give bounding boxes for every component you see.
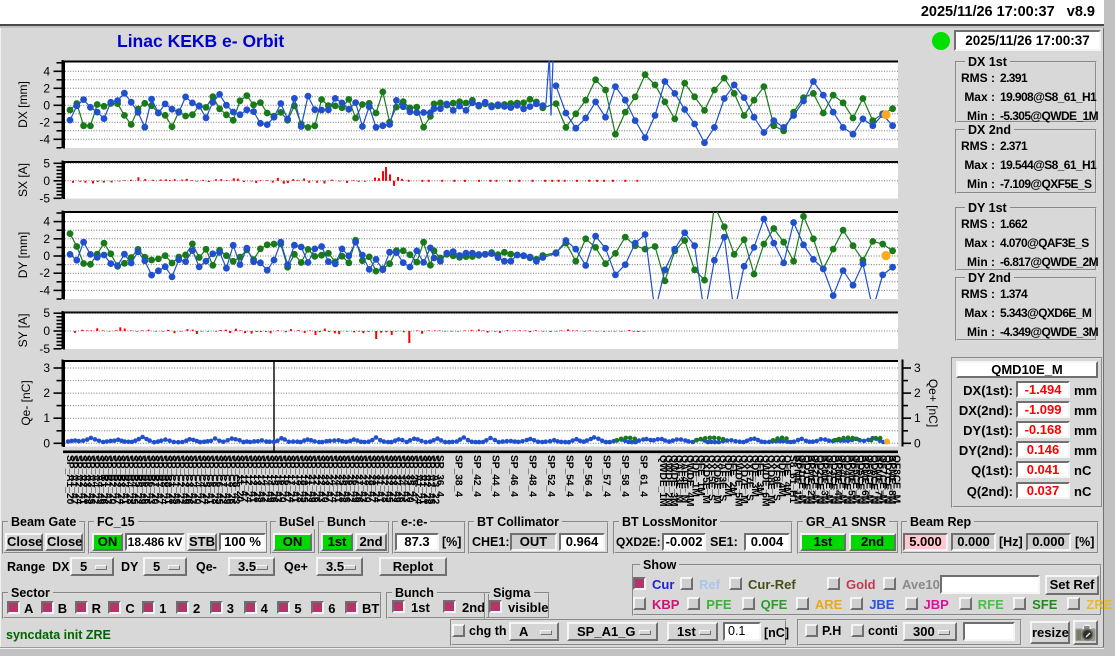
svg-text:SP_42_4: SP_42_4 <box>471 455 482 497</box>
svg-text:0: 0 <box>43 174 50 188</box>
svg-text:DX [mm]: DX [mm] <box>16 81 30 128</box>
svg-text:-5: -5 <box>39 342 50 356</box>
svg-text:SY [A]: SY [A] <box>16 314 30 348</box>
svg-text:SP_61_4: SP_61_4 <box>638 455 649 497</box>
svg-text:2: 2 <box>43 386 50 400</box>
svg-text:2: 2 <box>43 232 50 246</box>
svg-text:3: 3 <box>43 361 50 375</box>
svg-text:0: 0 <box>43 324 50 338</box>
svg-text:2: 2 <box>43 81 50 95</box>
svg-text:2: 2 <box>914 386 921 400</box>
svg-text:0: 0 <box>914 436 921 450</box>
svg-text:SX [A]: SX [A] <box>16 163 30 197</box>
svg-text:SP_52_4: SP_52_4 <box>545 455 556 497</box>
svg-text:0: 0 <box>43 249 50 263</box>
svg-text:SP_48_4: SP_48_4 <box>527 455 538 497</box>
svg-text:-4: -4 <box>39 132 50 146</box>
svg-text:5: 5 <box>43 306 50 320</box>
svg-text:1: 1 <box>914 411 921 425</box>
svg-text:1: 1 <box>43 411 50 425</box>
svg-text:3: 3 <box>914 361 921 375</box>
svg-text:-5: -5 <box>39 191 50 205</box>
svg-text:4: 4 <box>43 215 50 229</box>
svg-text:SP_38_4: SP_38_4 <box>453 455 464 497</box>
svg-text:SP_58_4: SP_58_4 <box>619 455 630 497</box>
svg-text:Qe+ [nC]: Qe+ [nC] <box>926 379 940 427</box>
svg-text:SP_54_4: SP_54_4 <box>564 455 575 497</box>
svg-text:SP_46_4: SP_46_4 <box>508 455 519 497</box>
svg-text:-2: -2 <box>39 266 50 280</box>
svg-text:QF8CE_M: QF8CE_M <box>891 455 902 503</box>
svg-text:0: 0 <box>43 98 50 112</box>
svg-text:-4: -4 <box>39 283 50 297</box>
svg-text:DY [mm]: DY [mm] <box>16 232 30 278</box>
svg-text:Qe- [nC]: Qe- [nC] <box>19 380 33 425</box>
svg-text:0: 0 <box>43 436 50 450</box>
svg-text:4: 4 <box>43 64 50 78</box>
svg-text:SP_44_4: SP_44_4 <box>490 455 501 497</box>
svg-text:5: 5 <box>43 156 50 170</box>
svg-text:SP_56_4: SP_56_4 <box>582 455 593 497</box>
svg-text:SP_36_4: SP_36_4 <box>434 455 445 497</box>
svg-text:SP_57_4: SP_57_4 <box>601 455 612 497</box>
svg-text:-2: -2 <box>39 115 50 129</box>
